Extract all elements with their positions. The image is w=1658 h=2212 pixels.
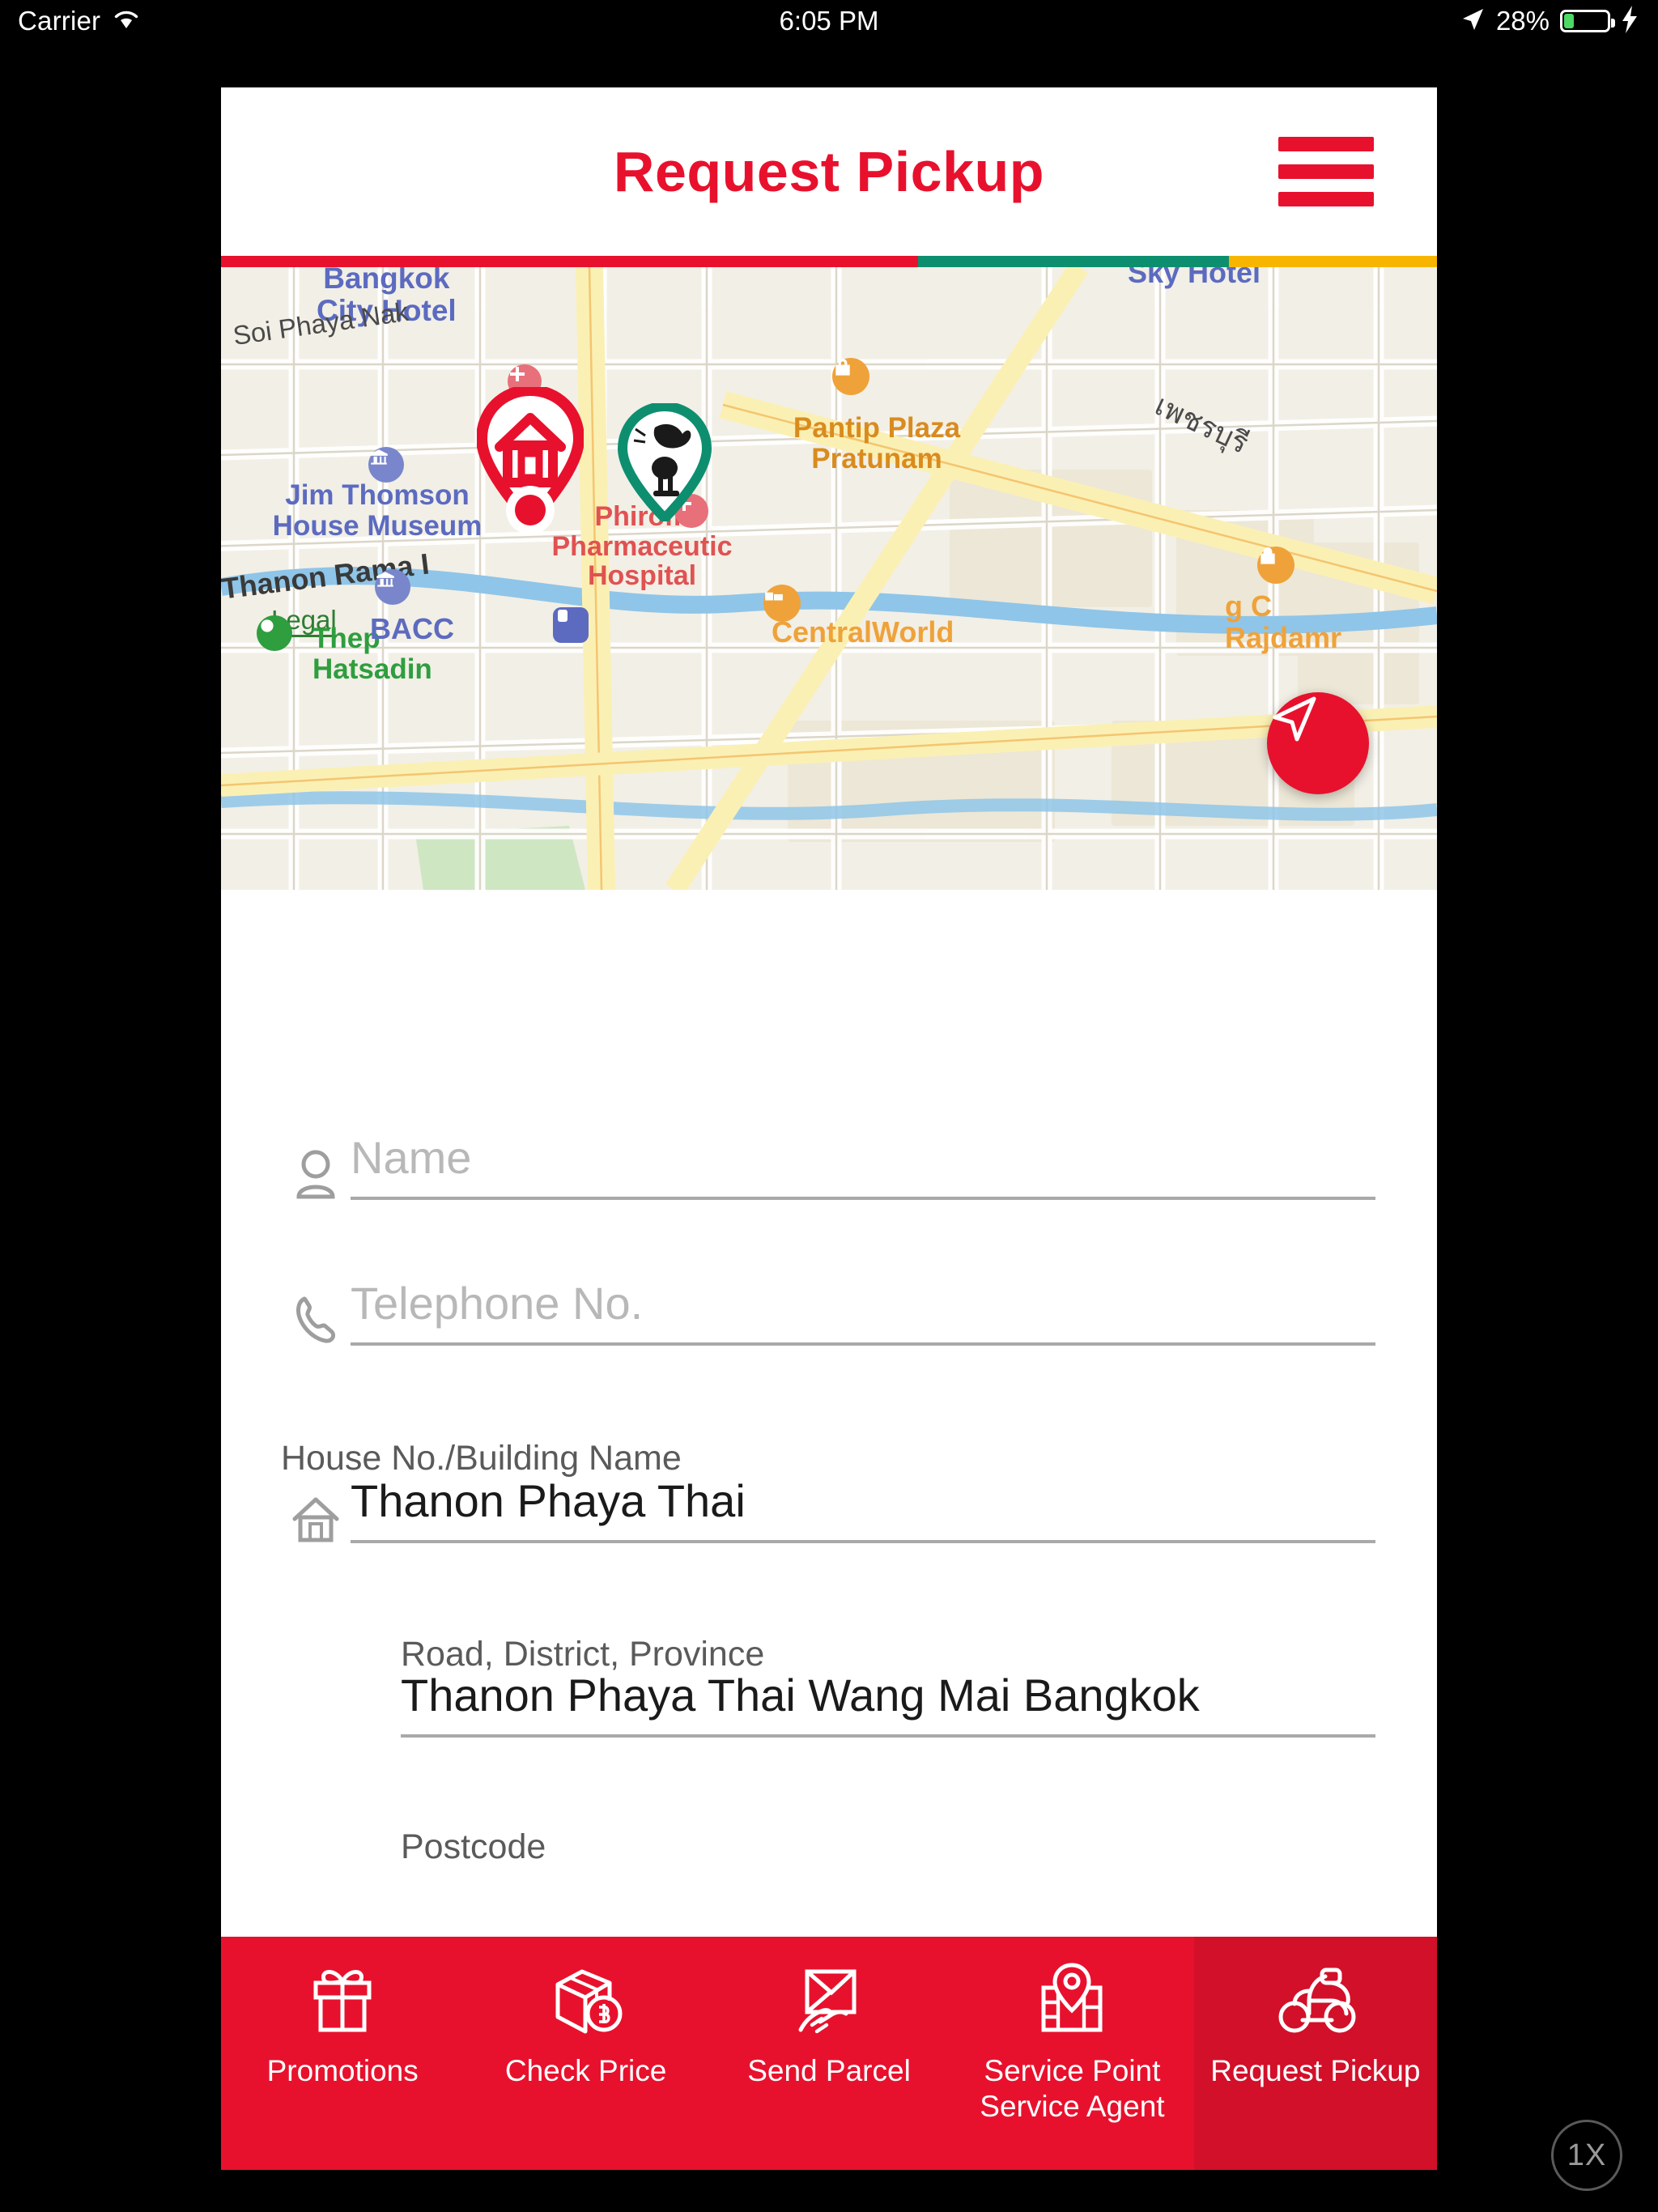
nav-item-check-price[interactable]: Check Price xyxy=(464,1937,707,2170)
telephone-field-row[interactable]: Telephone No. xyxy=(281,1277,1375,1346)
map-view[interactable]: Bangkok City Hotel Soi Phaya Nak Sky Hote… xyxy=(221,267,1437,890)
name-input[interactable]: Name xyxy=(351,1131,1375,1200)
lightning-bolt-icon xyxy=(1621,5,1639,37)
shopping-poi-icon-2 xyxy=(763,585,801,622)
brand-color-bar xyxy=(221,256,1437,267)
pin-anchor-dot xyxy=(506,486,555,534)
status-bar-right: 28% xyxy=(1460,5,1639,37)
nav-item-service-point[interactable]: Service Point Service Agent xyxy=(950,1937,1193,2170)
location-arrow-icon xyxy=(1460,6,1486,36)
simulator-scale-badge[interactable]: 1X xyxy=(1551,2120,1622,2191)
name-placeholder: Name xyxy=(351,1132,472,1183)
battery-percent-label: 28% xyxy=(1495,6,1550,36)
battery-icon xyxy=(1560,10,1615,32)
house-field-row[interactable]: Thanon Phaya Thai xyxy=(281,1474,1375,1543)
app-screen: Request Pickup Bangkok City Hotel Soi Ph… xyxy=(221,87,1437,2170)
status-bar-clock: 6:05 PM xyxy=(779,6,879,36)
nav-label-check-price: Check Price xyxy=(504,2054,667,2087)
road-value: Thanon Phaya Thai Wang Mai Bangkok xyxy=(401,1670,1200,1721)
nav-label-request-pickup: Request Pickup xyxy=(1210,2054,1421,2087)
shopping-poi-icon xyxy=(832,358,869,395)
gift-icon xyxy=(303,1958,382,2042)
road-input[interactable]: Thanon Phaya Thai Wang Mai Bangkok xyxy=(401,1669,1375,1738)
my-location-button[interactable] xyxy=(1267,692,1369,794)
brand-bar-red xyxy=(221,256,918,267)
house-value: Thanon Phaya Thai xyxy=(351,1475,746,1526)
nav-label-service-point: Service Point Service Agent xyxy=(980,2054,1165,2124)
hamburger-menu-icon[interactable] xyxy=(1278,137,1374,206)
road-field-row[interactable]: Thanon Phaya Thai Wang Mai Bangkok xyxy=(401,1669,1375,1738)
nav-label-promotions: Promotions xyxy=(266,2054,419,2087)
page-title: Request Pickup xyxy=(613,140,1045,203)
map-pin-icon xyxy=(1032,1958,1112,2042)
house-field-label: House No./Building Name xyxy=(281,1439,682,1478)
nav-item-request-pickup[interactable]: Request Pickup xyxy=(1193,1937,1437,2170)
nav-item-promotions[interactable]: Promotions xyxy=(221,1937,464,2170)
box-baht-icon xyxy=(546,1958,626,2042)
navigation-arrow-icon xyxy=(1273,696,1316,742)
bottom-navigation-bar: Promotions Check Price Send Parcel Servi… xyxy=(221,1937,1437,2170)
house-input[interactable]: Thanon Phaya Thai xyxy=(351,1474,1375,1543)
ios-status-bar: Carrier 6:05 PM 28% xyxy=(0,0,1658,42)
nav-label-send-parcel: Send Parcel xyxy=(747,2054,911,2087)
shopping-poi-icon-3 xyxy=(1257,547,1295,584)
home-icon xyxy=(281,1493,351,1543)
nav-item-send-parcel[interactable]: Send Parcel xyxy=(708,1937,950,2170)
kerry-cat-pin-icon xyxy=(618,403,712,521)
person-icon xyxy=(281,1148,351,1200)
brand-bar-green xyxy=(917,256,1230,267)
scooter-icon xyxy=(1275,1958,1356,2042)
pickup-address-form: Name Telephone No. House No./Building Na… xyxy=(221,890,1437,2012)
museum-poi-icon xyxy=(368,447,404,483)
transit-poi-icon xyxy=(553,607,589,643)
park-poi-icon xyxy=(257,615,292,651)
postcode-field-label: Postcode xyxy=(401,1827,546,1866)
app-header: Request Pickup xyxy=(221,87,1437,256)
brand-bar-yellow xyxy=(1229,256,1437,267)
hand-parcel-icon xyxy=(789,1958,869,2042)
phone-icon xyxy=(281,1294,351,1346)
museum-poi-icon-2 xyxy=(375,569,410,605)
telephone-placeholder: Telephone No. xyxy=(351,1278,644,1329)
name-field-row[interactable]: Name xyxy=(281,1131,1375,1200)
telephone-input[interactable]: Telephone No. xyxy=(351,1277,1375,1346)
